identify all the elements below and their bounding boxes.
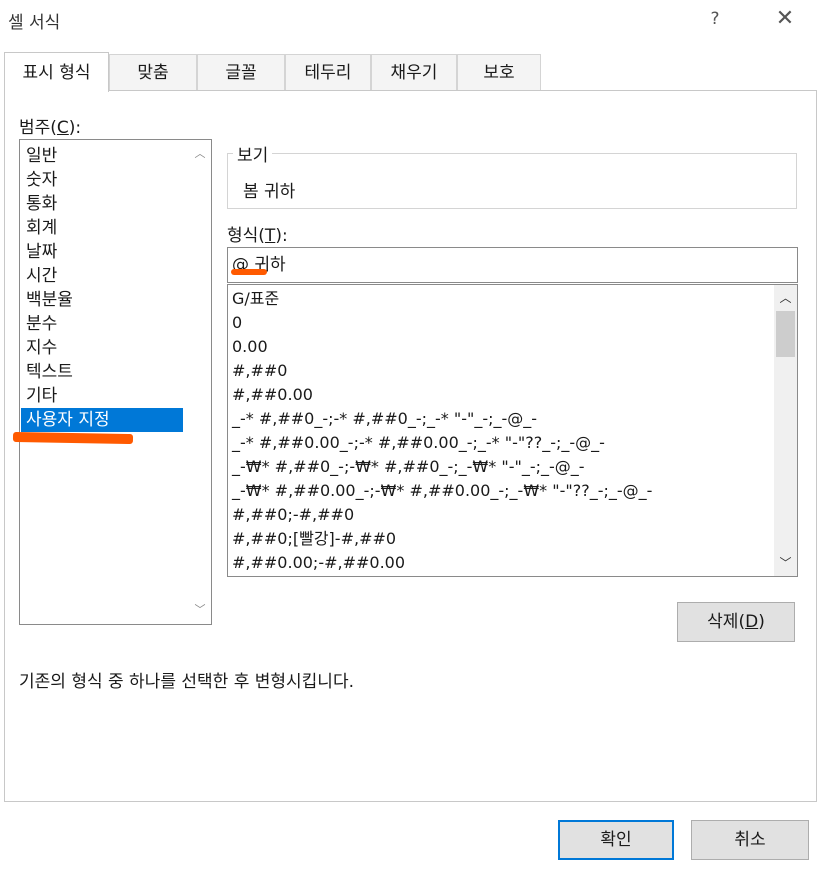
category-label: 범주(C): bbox=[19, 118, 82, 138]
category-item-scientific[interactable]: 지수 bbox=[21, 336, 57, 360]
title-bar: 셀 서식 ? ✕ bbox=[0, 0, 821, 40]
close-icon[interactable]: ✕ bbox=[770, 4, 800, 34]
preview-legend: 보기 bbox=[233, 141, 273, 166]
number-tab-panel: 범주(C): 일반 숫자 통화 회계 날짜 시간 백분율 분수 지수 텍스트 기… bbox=[4, 90, 817, 802]
format-list-item[interactable]: #,##0.00;-#,##0.00 bbox=[232, 551, 405, 575]
category-item-accounting[interactable]: 회계 bbox=[21, 216, 57, 240]
window-title: 셀 서식 bbox=[8, 13, 61, 33]
scroll-up-icon[interactable]: ︿ bbox=[189, 144, 211, 164]
format-list-item[interactable]: #,##0.00 bbox=[232, 383, 313, 407]
tab-protection[interactable]: 보호 bbox=[457, 54, 541, 90]
category-item-date[interactable]: 날짜 bbox=[21, 240, 57, 264]
category-list[interactable]: 일반 숫자 통화 회계 날짜 시간 백분율 분수 지수 텍스트 기타 사용자 지… bbox=[19, 139, 212, 625]
format-list-item[interactable]: #,##0;-#,##0 bbox=[232, 503, 354, 527]
format-list-item[interactable]: _-₩* #,##0_-;-₩* #,##0_-;_-₩* "-"_-;_-@_… bbox=[232, 455, 585, 479]
tab-number[interactable]: 표시 형식 bbox=[4, 52, 109, 92]
tab-alignment[interactable]: 맞춤 bbox=[109, 54, 197, 90]
category-item-custom[interactable]: 사용자 지정 bbox=[21, 408, 183, 432]
category-item-currency[interactable]: 통화 bbox=[21, 192, 57, 216]
format-list-item[interactable]: 0.00 bbox=[232, 335, 268, 359]
format-list-item[interactable]: 0 bbox=[232, 311, 242, 335]
format-list-item[interactable]: _-* #,##0.00_-;-* #,##0.00_-;_-* "-"??_-… bbox=[232, 431, 605, 455]
tab-border[interactable]: 테두리 bbox=[285, 54, 371, 90]
category-item-time[interactable]: 시간 bbox=[21, 264, 57, 288]
category-item-percentage[interactable]: 백분율 bbox=[21, 288, 73, 312]
format-list-scrollbar[interactable]: ︿ ﹀ bbox=[774, 285, 797, 576]
format-list-item[interactable]: #,##0;[빨강]-#,##0 bbox=[232, 527, 396, 551]
hint-text: 기존의 형식 중 하나를 선택한 후 변형시킵니다. bbox=[19, 672, 354, 692]
format-list-item[interactable]: _-* #,##0_-;-* #,##0_-;_-* "-"_-;_-@_- bbox=[232, 407, 537, 431]
format-type-label: 형식(T): bbox=[227, 226, 288, 246]
delete-button[interactable]: 삭제(D) bbox=[677, 602, 795, 642]
category-item-general[interactable]: 일반 bbox=[21, 144, 57, 168]
format-list-item[interactable]: #,##0 bbox=[232, 359, 287, 383]
annotation-underline-format bbox=[231, 269, 267, 275]
scroll-thumb[interactable] bbox=[776, 311, 795, 357]
help-icon[interactable]: ? bbox=[703, 4, 727, 34]
preview-value: 봄 귀하 bbox=[243, 182, 296, 202]
category-item-special[interactable]: 기타 bbox=[21, 384, 57, 408]
scroll-down-icon[interactable]: ﹀ bbox=[189, 600, 211, 620]
preview-group bbox=[227, 153, 797, 209]
format-type-input[interactable]: @ 귀하 bbox=[227, 247, 798, 283]
format-type-list[interactable]: G/표준 0 0.00 #,##0 #,##0.00 _-* #,##0_-;-… bbox=[227, 284, 798, 577]
ok-button[interactable]: 확인 bbox=[558, 820, 674, 860]
format-list-item[interactable]: _-₩* #,##0.00_-;-₩* #,##0.00_-;_-₩* "-"?… bbox=[232, 479, 652, 503]
cancel-button[interactable]: 취소 bbox=[691, 820, 809, 860]
scroll-down-icon[interactable]: ﹀ bbox=[774, 552, 797, 574]
category-item-number[interactable]: 숫자 bbox=[21, 168, 57, 192]
format-list-item[interactable]: G/표준 bbox=[232, 287, 279, 311]
scroll-up-icon[interactable]: ︿ bbox=[774, 287, 797, 309]
category-item-text[interactable]: 텍스트 bbox=[21, 360, 73, 384]
format-cells-dialog: 셀 서식 ? ✕ 표시 형식 맞춤 글꼴 테두리 채우기 보호 범주(C): 일… bbox=[0, 0, 821, 876]
annotation-underline-custom bbox=[12, 431, 134, 445]
category-scrollbar[interactable]: ︿ ﹀ bbox=[189, 140, 211, 624]
category-item-fraction[interactable]: 분수 bbox=[21, 312, 57, 336]
tab-fill[interactable]: 채우기 bbox=[371, 54, 457, 90]
tab-font[interactable]: 글꼴 bbox=[197, 54, 285, 90]
